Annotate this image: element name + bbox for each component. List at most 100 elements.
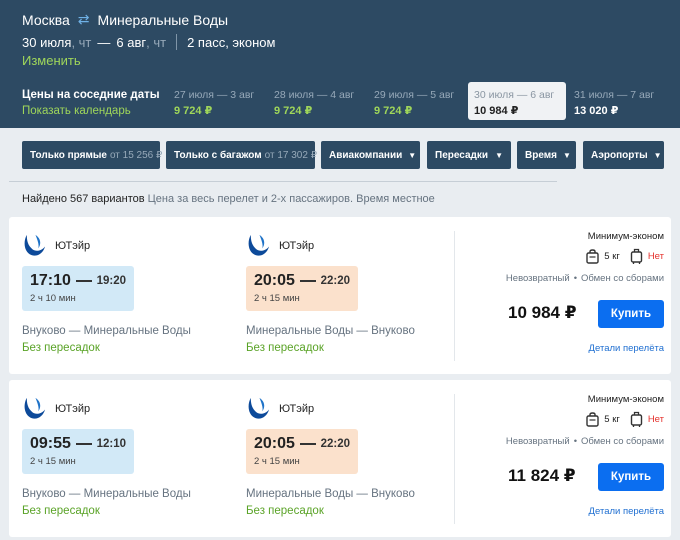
arrival-time: 19:20 <box>96 275 126 287</box>
hand-bag-icon <box>586 249 599 264</box>
luggage-icon <box>630 248 643 264</box>
offer-price: 11 824 ₽ <box>508 466 576 485</box>
buy-button[interactable]: Купить <box>598 300 664 328</box>
chevron-down-icon: ▼ <box>408 150 417 160</box>
nearby-date-option[interactable]: 27 июля — 3 авг 9 724 ₽ <box>168 82 266 120</box>
nearby-date-option[interactable]: 31 июля — 7 авг 13 020 ₽ <box>568 82 666 120</box>
flight-details-link[interactable]: Детали перелёта <box>589 343 664 354</box>
hand-bag-weight: 5 кг <box>604 251 620 262</box>
arrival-time: 12:10 <box>96 438 126 450</box>
passengers-class: 2 пасс, эконом <box>187 34 276 50</box>
nearby-dates-title: Цены на соседние даты <box>22 89 160 101</box>
swap-arrows-icon[interactable]: ⇄ <box>78 11 90 28</box>
nearby-dates-label: Цены на соседние даты Показать календарь <box>22 87 160 119</box>
outbound-times: 17:10 19:20 2 ч 10 мин <box>22 266 134 311</box>
filter-label: Только с багажом <box>174 149 262 161</box>
departure-time: 20:05 <box>254 435 295 452</box>
airline: ЮТэйр <box>22 233 90 258</box>
offer-price-panel: Минимум-эконом 5 кг Нет Невозвратный • Обм… <box>464 380 664 537</box>
filter-label: Только прямые <box>30 149 107 161</box>
divider <box>454 231 455 361</box>
offer-card: ЮТэйр 17:10 19:20 2 ч 10 мин Внуково — М… <box>9 217 671 374</box>
airline: ЮТэйр <box>22 396 90 421</box>
flight-duration: 2 ч 15 мин <box>30 456 76 467</box>
date-range: 28 июля — 4 авг <box>274 89 355 101</box>
day-out: , чт <box>71 34 92 50</box>
airline-name: ЮТэйр <box>279 239 315 252</box>
utair-logo-icon <box>24 234 46 256</box>
filter-price: от 17 302 ₽ <box>264 149 318 161</box>
filter-direct-only[interactable]: Только прямые от 15 256 ₽ <box>22 141 163 169</box>
tariff-name: Минимум-эконом <box>587 231 664 242</box>
date-out: 30 июля <box>22 34 72 50</box>
stops-info: Без пересадок <box>246 342 324 354</box>
buy-button[interactable]: Купить <box>598 463 664 491</box>
arrival-time: 22:20 <box>320 438 350 450</box>
date-back: 6 авг <box>116 34 147 50</box>
return-times: 20:05 22:20 2 ч 15 мин <box>246 429 358 474</box>
show-calendar-link[interactable]: Показать календарь <box>22 103 160 119</box>
date-price: 10 984 ₽ <box>474 105 519 117</box>
airline: ЮТэйр <box>246 233 314 258</box>
route: Москва ⇄ Минеральные Воды <box>22 11 228 28</box>
dash <box>75 443 92 445</box>
refund-condition: Невозвратный <box>505 273 570 284</box>
baggage-status: Нет <box>647 414 664 425</box>
filter-with-baggage[interactable]: Только с багажом от 17 302 ₽ <box>166 141 318 169</box>
route-airports: Минеральные Воды — Внуково <box>246 488 415 500</box>
filter-airports-dropdown[interactable]: Аэропорты ▼ <box>583 141 664 169</box>
filter-label: Время <box>525 149 557 161</box>
offer-price: 10 984 ₽ <box>508 303 577 322</box>
flight-duration: 2 ч 10 мин <box>30 293 76 304</box>
offer-card: ЮТэйр 09:55 12:10 2 ч 15 мин Внуково — М… <box>9 380 671 537</box>
exchange-condition: Обмен со сборами <box>581 436 664 447</box>
filter-time-dropdown[interactable]: Время ▼ <box>517 141 576 169</box>
date-range: 31 июля — 7 авг <box>574 89 655 101</box>
divider <box>176 34 178 50</box>
date-range: 30 июля — 6 авг <box>474 89 555 101</box>
filter-airlines-dropdown[interactable]: Авиакомпании ▼ <box>321 141 420 169</box>
results-summary: Найдено 567 вариантов Цена за весь перел… <box>22 193 435 205</box>
date-separator: — <box>97 34 111 50</box>
filter-price: от 15 256 ₽ <box>109 149 163 161</box>
utair-logo-icon <box>248 234 270 256</box>
ticket-conditions: Невозвратный • Обмен со сборами <box>506 436 664 447</box>
flight-details-link[interactable]: Детали перелёта <box>589 506 664 517</box>
baggage-info: 5 кг Нет <box>586 411 664 428</box>
date-price: 9 724 ₽ <box>274 105 313 117</box>
change-search-link[interactable]: Изменить <box>22 53 81 68</box>
filter-label: Пересадки <box>435 149 489 161</box>
results-count: Найдено 567 вариантов <box>22 193 145 205</box>
tariff-name: Минимум-эконом <box>587 394 664 405</box>
filter-transfers-dropdown[interactable]: Пересадки ▼ <box>427 141 511 169</box>
chevron-down-icon: ▼ <box>563 150 571 160</box>
nearby-date-option-selected[interactable]: 30 июля — 6 авг 10 984 ₽ <box>468 82 566 120</box>
nearby-date-option[interactable]: 28 июля — 4 авг 9 724 ₽ <box>268 82 366 120</box>
date-price: 13 020 ₽ <box>574 105 619 117</box>
destination-city: Минеральные Воды <box>97 11 229 28</box>
search-header: Москва ⇄ Минеральные Воды 30 июля, чт — … <box>0 0 680 128</box>
departure-time: 20:05 <box>254 272 295 289</box>
origin-city: Москва <box>22 11 70 28</box>
date-price: 9 724 ₽ <box>374 105 413 117</box>
route-airports: Минеральные Воды — Внуково <box>246 325 415 337</box>
dot-separator: • <box>573 436 578 447</box>
filter-label: Аэропорты <box>591 149 648 161</box>
stops-info: Без пересадок <box>22 505 100 517</box>
airline: ЮТэйр <box>246 396 314 421</box>
nearby-date-option[interactable]: 29 июля — 5 авг 9 724 ₽ <box>368 82 466 120</box>
filter-label: Авиакомпании <box>329 149 403 161</box>
stops-info: Без пересадок <box>22 342 100 354</box>
date-range: 27 июля — 3 авг <box>174 89 255 101</box>
airline-name: ЮТэйр <box>279 402 315 415</box>
arrival-time: 22:20 <box>320 275 350 287</box>
stops-info: Без пересадок <box>246 505 324 517</box>
exchange-condition: Обмен со сборами <box>581 273 664 284</box>
hand-bag-icon <box>586 412 599 427</box>
utair-logo-icon <box>24 397 46 419</box>
flight-duration: 2 ч 15 мин <box>254 456 300 467</box>
return-times: 20:05 22:20 2 ч 15 мин <box>246 266 358 311</box>
day-back: , чт <box>146 34 167 50</box>
flight-duration: 2 ч 15 мин <box>254 293 300 304</box>
utair-logo-icon <box>248 397 270 419</box>
